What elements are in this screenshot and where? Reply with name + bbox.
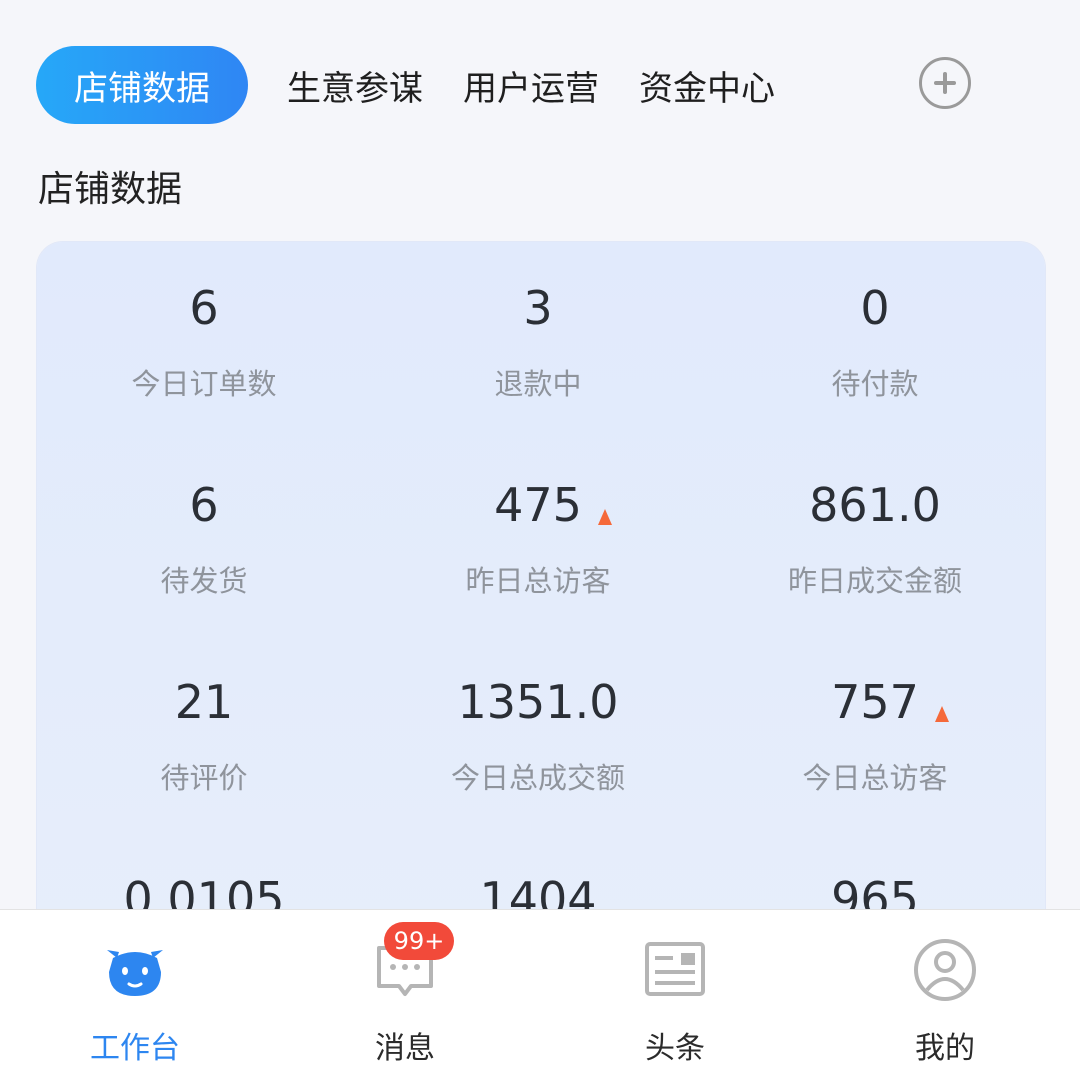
stat-label: 今日总访客: [802, 761, 948, 795]
nav-label: 工作台: [90, 1031, 180, 1066]
add-tab-icon[interactable]: [919, 57, 971, 109]
tab-business-advisor[interactable]: 生意参谋: [286, 46, 424, 124]
stat-today-visitors[interactable]: 757 今日总访客: [705, 636, 1045, 833]
stat-pending-review[interactable]: 21 待评价: [37, 636, 371, 833]
message-badge: 99+: [384, 922, 454, 960]
nav-headlines[interactable]: 头条: [540, 910, 810, 1078]
stat-pending-payment[interactable]: 0 待付款: [705, 242, 1045, 439]
bottom-nav-bar: 工作台 消息 头条 我的: [0, 909, 1080, 1078]
stat-label: 今日订单数: [131, 367, 277, 401]
stat-yesterday-sales[interactable]: 861.0 昨日成交金额: [705, 439, 1045, 636]
stat-value: 3: [523, 281, 553, 335]
profile-icon: [914, 939, 976, 1001]
stat-refunding[interactable]: 3 退款中: [371, 242, 705, 439]
nav-label: 我的: [915, 1031, 975, 1066]
trend-up-icon: [597, 509, 612, 525]
stat-label: 待评价: [160, 761, 248, 795]
stat-label: 昨日成交金额: [787, 564, 962, 598]
stat-value: 6: [189, 478, 219, 532]
news-icon: [645, 942, 705, 996]
section-title: 店铺数据: [38, 169, 183, 210]
cow-icon: [107, 950, 163, 996]
tab-store-data[interactable]: 店铺数据: [36, 46, 248, 124]
stat-value: 21: [174, 675, 234, 729]
stat-label: 今日总成交额: [450, 761, 625, 795]
stat-value: 6: [189, 281, 219, 335]
stat-today-sales[interactable]: 1351.0 今日总成交额: [371, 636, 705, 833]
stat-value: 475: [494, 478, 582, 532]
stat-label: 退款中: [494, 367, 582, 401]
stat-label: 待发货: [160, 564, 248, 598]
stat-label: 待付款: [831, 367, 919, 401]
store-stats-card: 6 今日订单数 3 退款中 0 待付款 6 待发货 475 昨日总访客 861.…: [37, 242, 1045, 1002]
stat-value: 0: [860, 281, 890, 335]
tab-user-operations[interactable]: 用户运营: [462, 46, 600, 124]
tab-fund-center[interactable]: 资金中心: [638, 46, 776, 124]
stat-value: 861.0: [809, 478, 941, 532]
nav-label: 消息: [375, 1031, 435, 1066]
top-tab-bar: 店铺数据 生意参谋 用户运营 资金中心: [36, 46, 1036, 124]
nav-workbench[interactable]: 工作台: [0, 910, 270, 1078]
stats-grid: 6 今日订单数 3 退款中 0 待付款 6 待发货 475 昨日总访客 861.…: [37, 242, 1045, 1002]
stat-value: 757: [831, 675, 919, 729]
stat-label: 昨日总访客: [465, 564, 611, 598]
nav-label: 头条: [645, 1031, 705, 1066]
stat-today-orders[interactable]: 6 今日订单数: [37, 242, 371, 439]
stat-value: 1351.0: [457, 675, 619, 729]
nav-profile[interactable]: 我的: [810, 910, 1080, 1078]
stat-yesterday-visitors[interactable]: 475 昨日总访客: [371, 439, 705, 636]
stat-pending-shipment[interactable]: 6 待发货: [37, 439, 371, 636]
trend-up-icon: [934, 706, 949, 722]
